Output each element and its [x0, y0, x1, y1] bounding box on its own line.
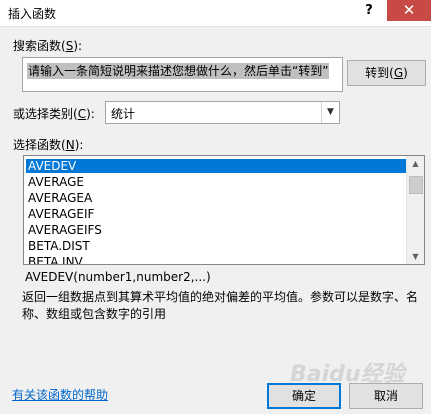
list-item[interactable]: BETA.DIST — [26, 239, 408, 253]
function-list-label: 选择函数(N): — [13, 138, 84, 152]
function-description: 返回一组数据点到其算术平均值的绝对偏差的平均值。参数可以是数字、名称、数组或包含… — [22, 290, 419, 321]
list-item[interactable]: BETA.INV — [26, 255, 408, 264]
list-item[interactable]: AVERAGEIF — [26, 207, 408, 221]
chevron-down-icon[interactable]: ▼ — [321, 102, 339, 123]
list-scrollbar[interactable]: ▲ ▼ — [406, 156, 424, 264]
search-input-text: 请输入一条简短说明来描述您想做什么，然后单击“转到” — [27, 63, 330, 79]
search-label: 搜索函数(S): — [13, 39, 83, 53]
list-item[interactable]: AVERAGEA — [26, 191, 408, 205]
list-item[interactable]: AVERAGE — [26, 175, 408, 189]
category-label: 或选择类别(C): — [13, 107, 95, 121]
search-input[interactable]: 请输入一条简短说明来描述您想做什么，然后单击“转到” — [22, 57, 343, 92]
go-button[interactable]: 转到(G) — [347, 60, 426, 86]
category-select[interactable]: 统计 ▼ — [105, 101, 340, 124]
scroll-up-icon[interactable]: ▲ — [407, 156, 424, 171]
list-item[interactable]: AVERAGEIFS — [26, 223, 408, 237]
dialog-title: 插入函数 — [8, 7, 57, 21]
close-button[interactable]: ✕ — [387, 0, 431, 21]
function-syntax: AVEDEV(number1,number2,...) — [25, 270, 211, 284]
function-help-link[interactable]: 有关该函数的帮助 — [12, 386, 108, 403]
list-item[interactable]: AVEDEV — [26, 159, 408, 173]
scrollbar-thumb[interactable] — [409, 176, 423, 194]
scroll-down-icon[interactable]: ▼ — [407, 249, 424, 264]
help-button[interactable]: ? — [354, 0, 384, 22]
title-bar: 插入函数 ? ✕ — [0, 0, 431, 27]
function-listbox[interactable]: AVEDEV AVERAGE AVERAGEA AVERAGEIF AVERAG… — [23, 155, 425, 265]
category-selected-value: 统计 — [111, 107, 136, 121]
watermark: Baidu经验 — [290, 362, 405, 387]
